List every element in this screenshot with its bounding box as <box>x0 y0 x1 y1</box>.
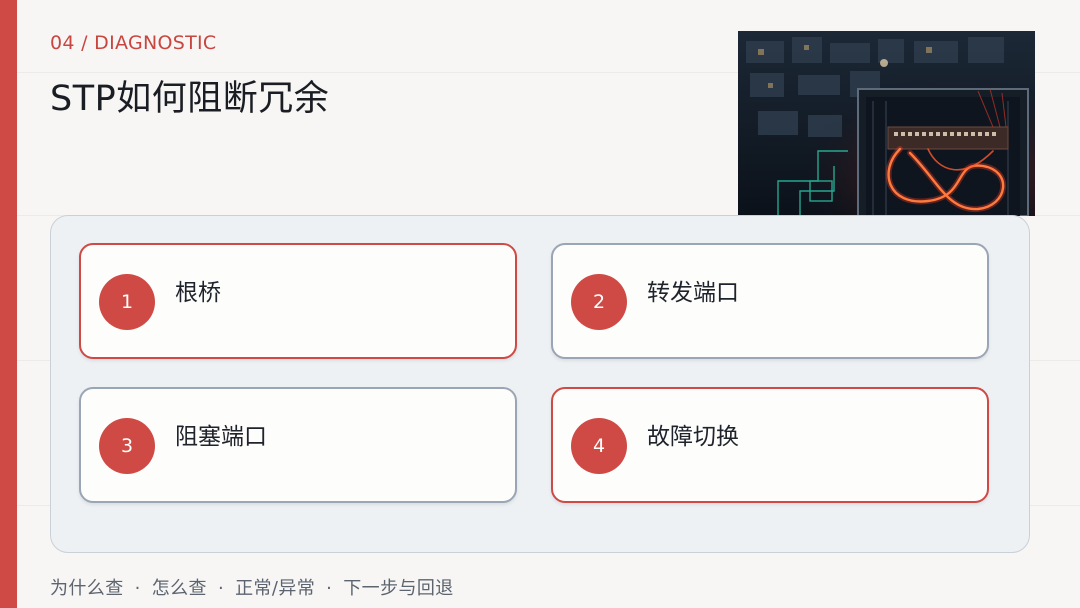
card-label: 故障切换 <box>647 424 739 450</box>
footer-item-normal-abnormal: 正常/异常 <box>235 578 316 599</box>
footer-separator: · <box>326 578 333 599</box>
footer-item-how: 怎么查 <box>151 578 207 599</box>
card-root-bridge: 1 根桥 <box>79 243 517 359</box>
footer-item-next-step: 下一步与回退 <box>343 578 454 599</box>
card-label: 根桥 <box>175 280 221 306</box>
card-failover: 4 故障切换 <box>551 387 989 503</box>
card-blocking-port: 3 阻塞端口 <box>79 387 517 503</box>
step-number-badge: 1 <box>99 274 155 330</box>
step-number-badge: 3 <box>99 418 155 474</box>
network-switch-image <box>738 31 1035 216</box>
footer-item-why: 为什么查 <box>50 578 124 599</box>
step-number-badge: 4 <box>571 418 627 474</box>
card-label: 转发端口 <box>647 280 739 306</box>
step-number-badge: 2 <box>571 274 627 330</box>
card-forwarding-port: 2 转发端口 <box>551 243 989 359</box>
left-accent-bar <box>0 0 17 608</box>
page-title: STP如何阻断冗余 <box>50 79 330 119</box>
section-tag: 04 / DIAGNOSTIC <box>50 32 217 54</box>
footer-nav: 为什么查 · 怎么查 · 正常/异常 · 下一步与回退 <box>50 574 454 600</box>
card-label: 阻塞端口 <box>175 424 267 450</box>
footer-separator: · <box>217 578 225 599</box>
footer-separator: · <box>134 578 141 599</box>
